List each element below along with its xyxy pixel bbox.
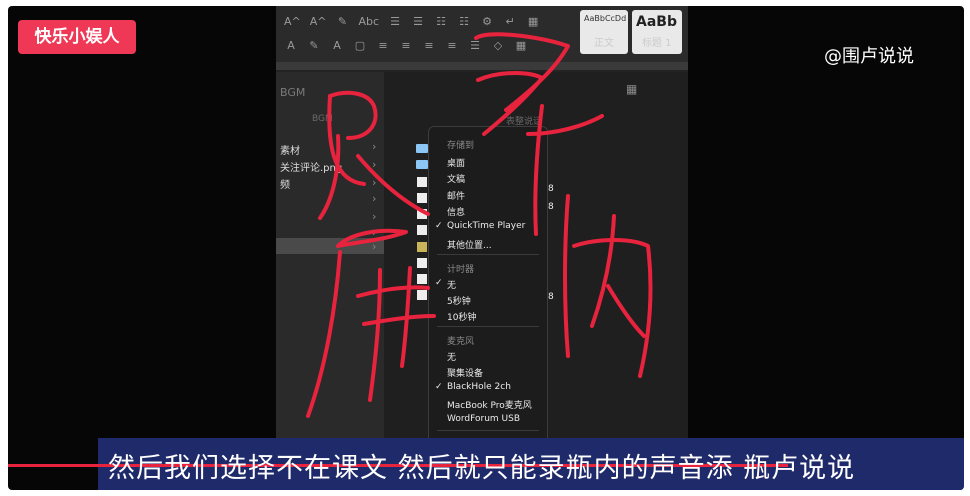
handwriting-stroke xyxy=(533,104,544,236)
handwriting-stroke xyxy=(328,90,378,140)
handwriting-overlay xyxy=(306,32,653,418)
handwriting-stroke xyxy=(306,250,342,418)
handwriting-stroke xyxy=(362,314,436,326)
handwriting-stroke xyxy=(356,154,430,216)
brand-logo: 快乐小娱人 xyxy=(18,20,136,54)
handwriting-stroke xyxy=(476,71,544,136)
handwriting-stroke xyxy=(327,94,366,186)
handwriting-stroke xyxy=(590,214,616,328)
handwriting-stroke xyxy=(563,194,570,358)
video-frame: A^ A^ ✎ Abc ☰ ☰ ☷ ☷ ⚙ ↵ ▦ A ✎ A ▢ ≡ ≡ ≡ … xyxy=(8,6,964,490)
handwriting-stroke xyxy=(336,228,408,248)
handwriting-stroke xyxy=(572,238,653,378)
brand-label: 快乐小娱人 xyxy=(34,27,120,47)
handwriting-stroke xyxy=(356,285,430,298)
subtitle-text: 然后我们选择不在课文 然后就只能录瓶内的声音添 瓶卢说说 xyxy=(108,453,856,484)
watermark-handle: @围卢说说 xyxy=(824,46,914,67)
handwriting-stroke xyxy=(606,284,646,338)
handwriting-stroke xyxy=(368,268,382,402)
handwriting-stroke xyxy=(318,134,341,220)
